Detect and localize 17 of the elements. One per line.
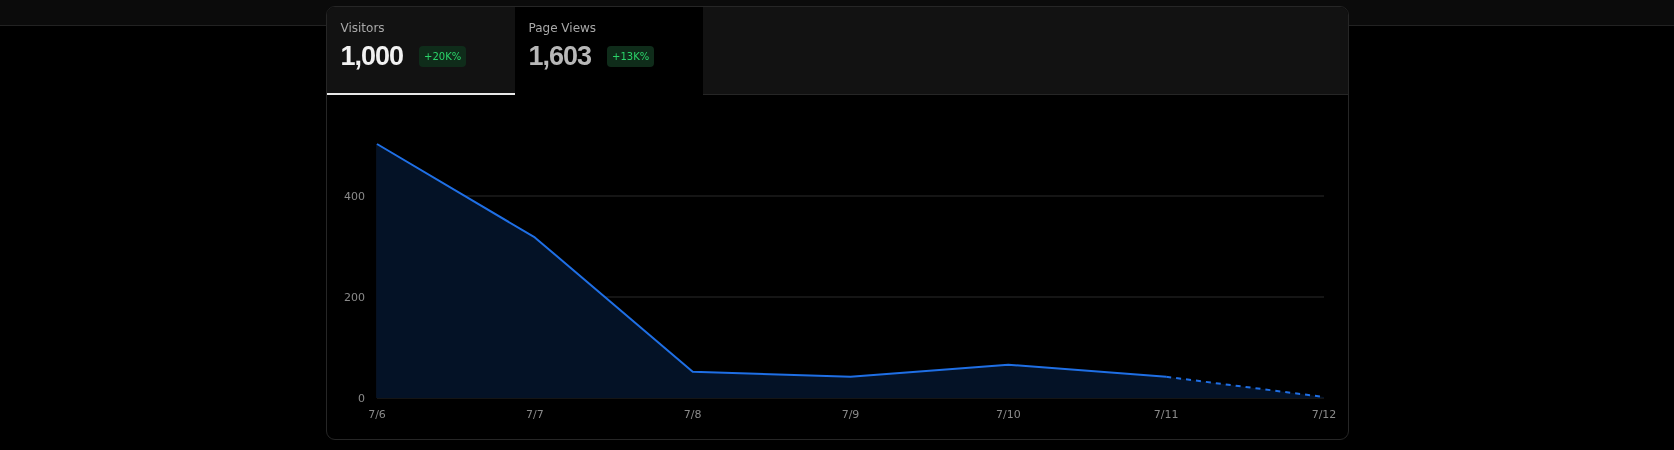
metric-value: 1,000 <box>340 41 404 72</box>
x-axis-label: 7/11 <box>1153 408 1178 421</box>
y-axis-label: 0 <box>357 392 365 405</box>
x-axis-label: 7/8 <box>683 408 701 421</box>
x-axis-label: 7/7 <box>525 408 544 421</box>
x-axis-label: 7/12 <box>1311 408 1336 421</box>
metric-tab[interactable]: Page Views 1,603 +13K% <box>514 7 703 95</box>
x-axis-label: 7/6 <box>367 408 386 421</box>
tab-label: Visitors <box>340 21 385 35</box>
x-axis-label: 7/10 <box>995 408 1021 421</box>
change-badge: +13K% <box>607 46 655 67</box>
y-axis-label: 400 <box>343 190 365 203</box>
x-axis-label: 7/9 <box>841 408 859 421</box>
metric-value: 1,603 <box>528 41 592 72</box>
change-badge: +20K% <box>419 46 467 67</box>
y-axis-label: 200 <box>343 291 365 304</box>
tab-label: Page Views <box>528 21 597 35</box>
